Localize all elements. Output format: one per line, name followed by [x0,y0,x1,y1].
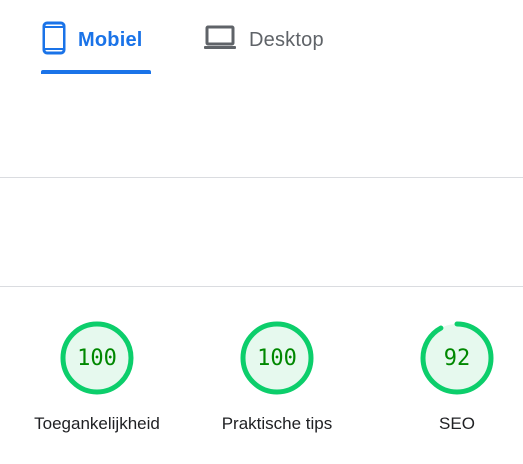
score-ring: 100 [59,320,135,396]
smartphone-icon [42,21,66,60]
active-tab-indicator [41,70,151,74]
score-label: SEO [439,414,475,433]
score-ring: 92 [419,320,495,396]
score-gauge-seo[interactable]: 92 SEO [377,320,523,434]
tab-mobile-label: Mobiel [78,28,143,51]
laptop-icon [203,25,237,56]
tab-desktop-label: Desktop [249,28,324,51]
score-value: 100 [77,345,117,371]
score-value: 100 [257,345,297,371]
divider [0,177,523,178]
score-ring: 100 [239,320,315,396]
score-label: Praktische tips [221,414,333,433]
score-gauge-toegankelijkheid[interactable]: 100 Toegankelijkheid [17,320,177,434]
score-value: 92 [443,345,471,371]
tab-desktop[interactable]: Desktop [203,22,324,58]
divider [0,286,523,287]
tab-mobile[interactable]: Mobiel [42,21,143,60]
score-gauge-praktische-tips[interactable]: 100 Praktische tips [197,320,357,434]
score-label: Toegankelijkheid [34,414,160,433]
